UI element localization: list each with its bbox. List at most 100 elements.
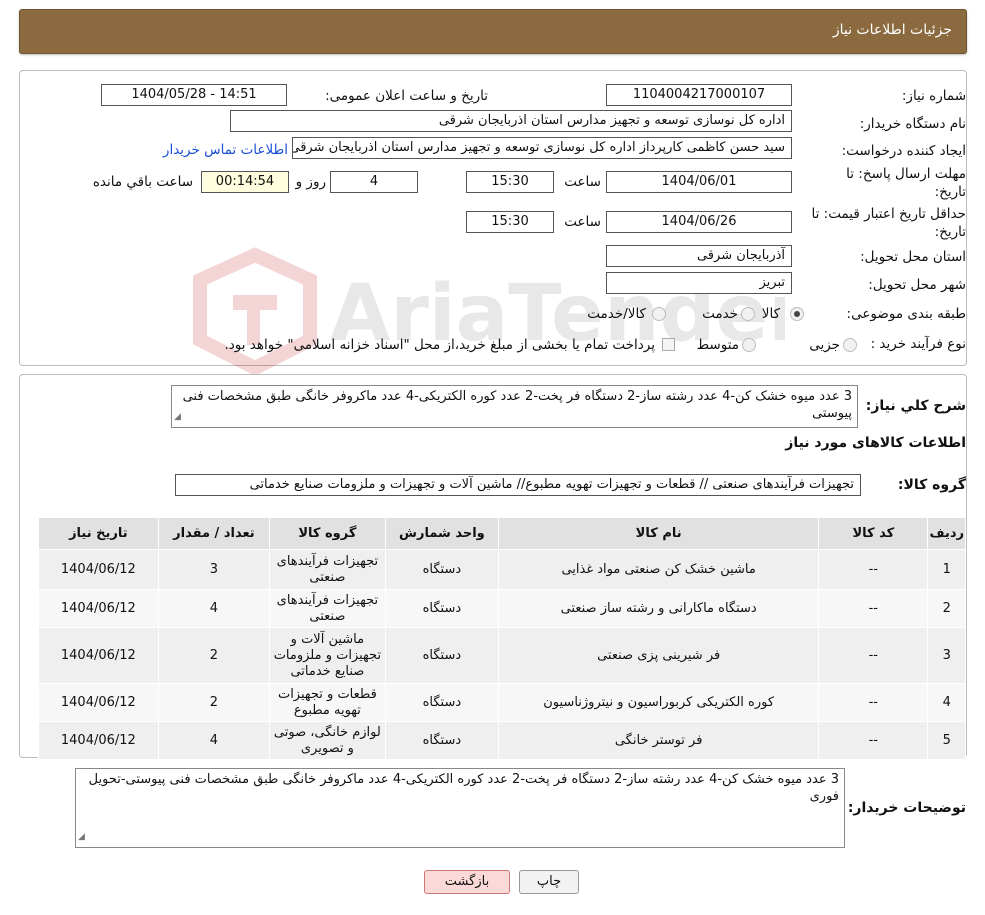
cell-group: لوازم خانگی، صوتی و تصویری — [269, 721, 386, 760]
col-group: گروه کالا — [269, 517, 386, 550]
cell-date: 1404/06/12 — [38, 549, 159, 590]
validity-label-2: تاریخ: — [934, 224, 966, 240]
validity-label: حداقل تاریخ اعتبار قیمت: تا — [811, 206, 966, 222]
cell-unit: دستگاه — [384, 627, 500, 684]
page-header: جزئیات اطلاعات نیاز — [19, 9, 967, 54]
cell-row: 1 — [927, 549, 966, 590]
cell-date: 1404/06/12 — [38, 721, 159, 760]
cell-qty: 4 — [157, 721, 271, 760]
buyer-notes-label: توضیحات خریدار: — [847, 800, 966, 816]
goods-section-title: اطلاعات کالاهای مورد نیاز — [785, 435, 966, 451]
table-header-row: ردیف کد کالا نام کالا واحد شمارش گروه کا… — [38, 517, 966, 550]
buyer-field: اداره کل نوسازی توسعه و تجهیز مدارس استا… — [230, 110, 792, 132]
creator-label: ایجاد کننده درخواست: — [841, 143, 966, 159]
reply-time-label: ساعت — [564, 174, 601, 190]
category-goods-label: کالا — [761, 306, 780, 322]
cell-name: ماشین خشک کن صنعتی مواد غذایی — [498, 549, 820, 590]
col-date: تاریخ نیاز — [38, 517, 159, 550]
buyer-notes-textarea: 3 عدد میوه خشک کن-4 عدد رشته ساز-2 دستگا… — [75, 768, 845, 848]
cell-code: -- — [818, 683, 929, 722]
cell-qty: 3 — [157, 549, 271, 590]
cell-qty: 2 — [157, 627, 271, 684]
cell-code: -- — [818, 721, 929, 760]
cell-group: تجهیزات فرآیندهای صنعتی — [269, 549, 386, 590]
cell-unit: دستگاه — [384, 721, 500, 760]
cell-group: ماشین آلات و تجهیزات و ملزومات صنایع خدم… — [269, 627, 386, 684]
validity-time-field: 15:30 — [466, 211, 554, 233]
city-label: شهر محل تحویل: — [868, 277, 966, 293]
col-name: نام کالا — [498, 517, 820, 550]
category-goods-service-radio[interactable] — [652, 307, 666, 321]
category-label: طبقه بندی موضوعی: — [846, 306, 966, 322]
table-row: 1 -- ماشین خشک کن صنعتی مواد غذایی دستگا… — [38, 549, 966, 590]
cell-row: 3 — [927, 627, 966, 684]
col-code: کد کالا — [818, 517, 929, 550]
days-label: روز و — [295, 174, 326, 190]
reply-date-field: 1404/06/01 — [606, 171, 792, 193]
buyer-contact-link[interactable]: اطلاعات تماس خریدار — [163, 142, 288, 158]
cell-date: 1404/06/12 — [38, 589, 159, 628]
cell-qty: 2 — [157, 683, 271, 722]
process-medium-label: متوسط — [696, 337, 739, 353]
cell-code: -- — [818, 549, 929, 590]
cell-group: قطعات و تجهیزات تهویه مطبوع — [269, 683, 386, 722]
treasury-checkbox[interactable] — [662, 338, 675, 351]
buyer-notes-text: 3 عدد میوه خشک کن-4 عدد رشته ساز-2 دستگا… — [88, 772, 839, 804]
table-row: 2 -- دستگاه ماکارانی و رشته ساز صنعتی دس… — [38, 589, 966, 628]
cell-row: 2 — [927, 589, 966, 628]
goods-table: ردیف کد کالا نام کالا واحد شمارش گروه کا… — [38, 517, 966, 760]
validity-date-field: 1404/06/26 — [606, 211, 792, 233]
cell-row: 5 — [927, 721, 966, 760]
category-service-label: خدمت — [702, 306, 738, 322]
category-goods-service-label: کالا/خدمت — [587, 306, 646, 322]
cell-date: 1404/06/12 — [38, 627, 159, 684]
cell-row: 4 — [927, 683, 966, 722]
cell-group: تجهیزات فرآیندهای صنعتی — [269, 589, 386, 628]
remaining-time-label: ساعت باقي مانده — [92, 174, 193, 190]
cell-code: -- — [818, 627, 929, 684]
col-qty: تعداد / مقدار — [157, 517, 271, 550]
cell-unit: دستگاه — [384, 683, 500, 722]
col-row: ردیف — [927, 517, 966, 550]
days-remaining-field: 4 — [330, 171, 418, 193]
goods-group-field: تجهیزات فرآیندهای صنعتی // قطعات و تجهیز… — [175, 474, 861, 496]
reply-time-field: 15:30 — [466, 171, 554, 193]
announce-datetime-field: 1404/05/28 - 14:51 — [101, 84, 287, 106]
category-service-radio[interactable] — [741, 307, 755, 321]
cell-name: کوره الکتریکی کربوراسیون و نیتروژناسیون — [498, 683, 820, 722]
category-goods-radio[interactable] — [790, 307, 804, 321]
table-row: 5 -- فر توستر خانگی دستگاه لوازم خانگی، … — [38, 721, 966, 760]
remaining-time-field: 00:14:54 — [201, 171, 289, 193]
resize-grip-icon: ◢ — [174, 412, 181, 422]
cell-code: -- — [818, 589, 929, 628]
validity-time-label: ساعت — [564, 214, 601, 230]
need-number-label: شماره نیاز: — [901, 88, 966, 104]
process-label: نوع فرآیند خرید : — [870, 336, 966, 352]
buyer-label: نام دستگاه خریدار: — [859, 116, 966, 132]
table-row: 4 -- کوره الکتریکی کربوراسیون و نیتروژنا… — [38, 683, 966, 722]
cell-unit: دستگاه — [384, 549, 500, 590]
resize-grip-icon: ◢ — [78, 832, 85, 842]
description-label: شرح کلي نياز: — [865, 398, 966, 414]
process-minor-radio[interactable] — [843, 338, 857, 352]
cell-date: 1404/06/12 — [38, 683, 159, 722]
cell-name: دستگاه ماکارانی و رشته ساز صنعتی — [498, 589, 820, 628]
announce-label: تاریخ و ساعت اعلان عمومی: — [325, 88, 488, 104]
description-text: 3 عدد میوه خشک کن-4 عدد رشته ساز-2 دستگا… — [182, 389, 852, 421]
page-title: جزئیات اطلاعات نیاز — [832, 22, 952, 38]
city-field: تبریز — [606, 272, 792, 294]
table-row: 3 -- فر شیرینی پزی صنعتی دستگاه ماشین آل… — [38, 627, 966, 684]
need-number-field: 1104004217000107 — [606, 84, 792, 106]
process-minor-label: جزیی — [809, 337, 840, 353]
process-note: پرداخت تمام یا بخشی از مبلغ خرید،از محل … — [224, 337, 655, 353]
province-field: آذربایجان شرقی — [606, 245, 792, 267]
cell-qty: 4 — [157, 589, 271, 628]
province-label: استان محل تحویل: — [860, 249, 966, 265]
back-button[interactable]: بازگشت — [424, 870, 510, 894]
reply-deadline-label-2: تاریخ: — [934, 184, 966, 200]
cell-unit: دستگاه — [384, 589, 500, 628]
print-button[interactable]: چاپ — [519, 870, 579, 894]
process-medium-radio[interactable] — [742, 338, 756, 352]
creator-field: سید حسن کاظمی کارپرداز اداره کل نوسازی ت… — [292, 137, 792, 159]
cell-name: فر توستر خانگی — [498, 721, 820, 760]
